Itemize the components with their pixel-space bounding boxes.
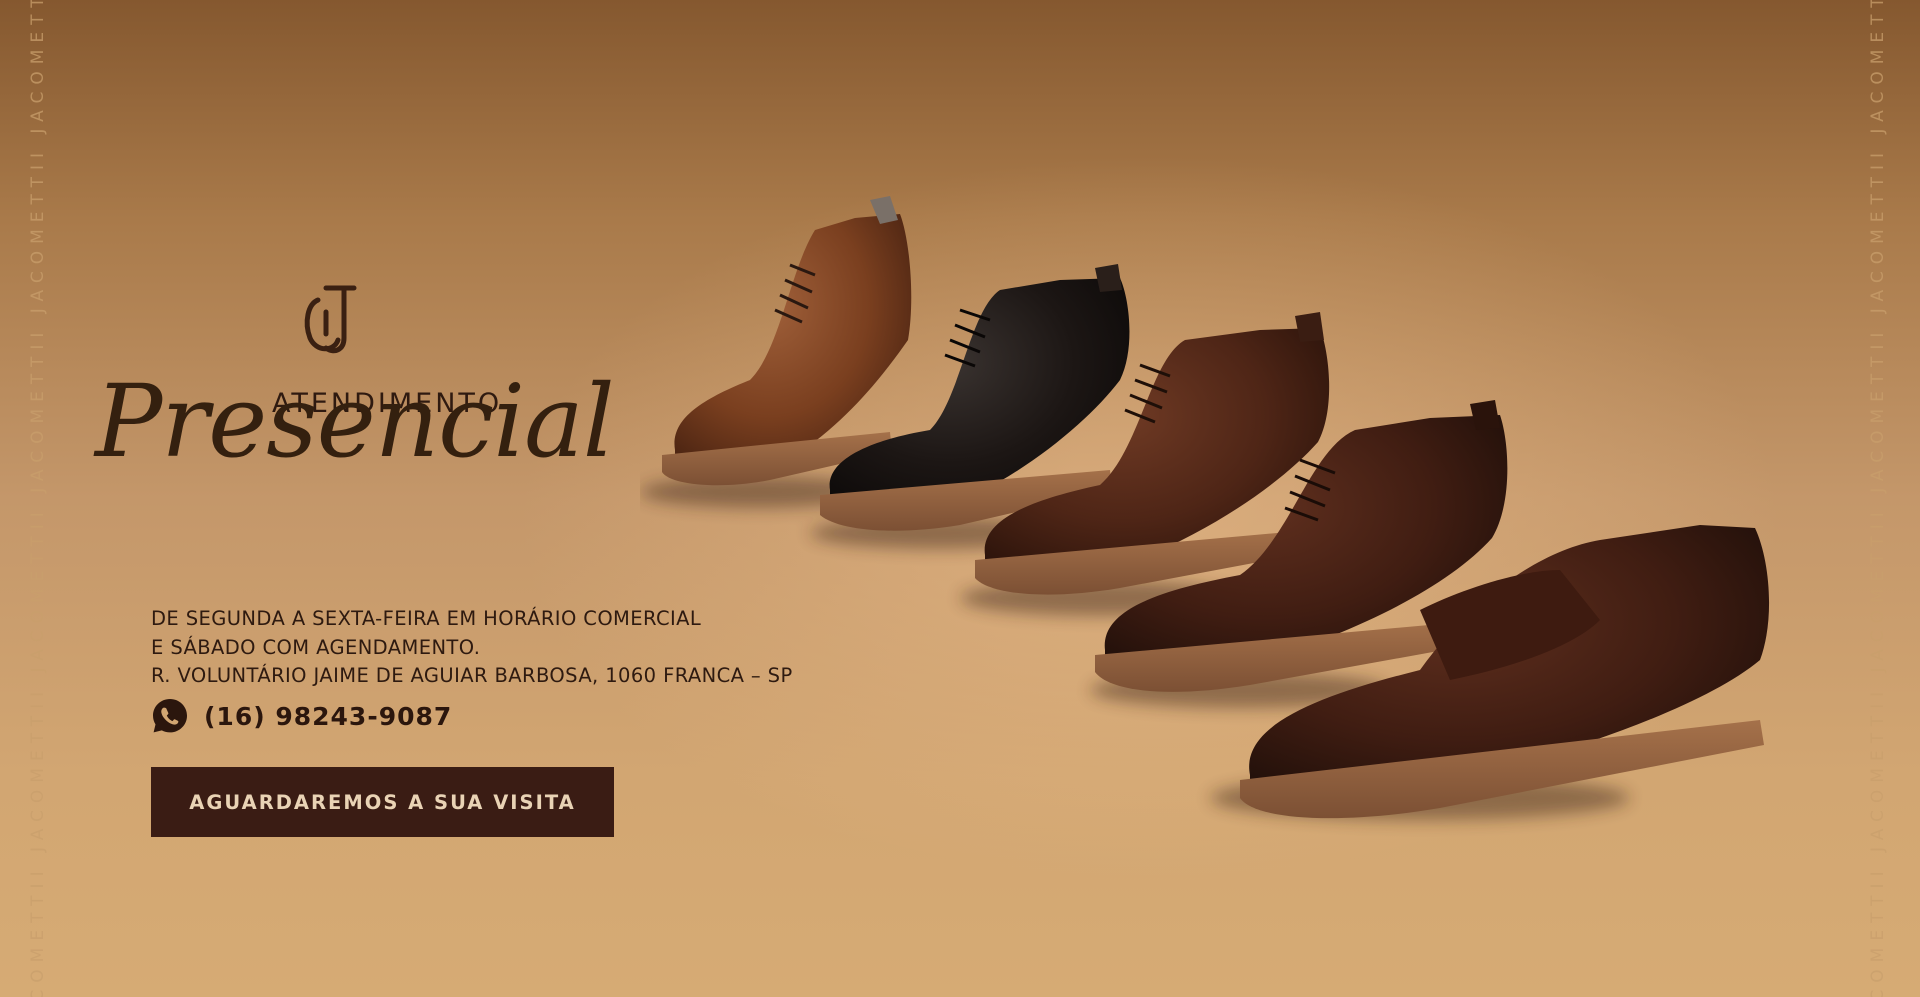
jacometti-monogram-logo	[304, 285, 357, 354]
right-watermark-text: JACOMETTII JACOMETTII JACOMETTII JACOMET…	[1868, 0, 1888, 997]
hero-banner: JACOMETTII JACOMETTII JACOMETTII JACOMET…	[0, 0, 1920, 997]
phone-row[interactable]: (16) 98243-9087	[151, 697, 452, 735]
shoes-product-image	[640, 196, 1770, 820]
left-watermark-text: JACOMETTII JACOMETTII JACOMETTII JACOMET…	[28, 0, 48, 997]
shoe-tan-chukka	[662, 196, 912, 486]
left-watermark-strip: JACOMETTII JACOMETTII JACOMETTII JACOMET…	[18, 0, 58, 997]
phone-number[interactable]: (16) 98243-9087	[204, 702, 452, 731]
heading-presencial: Presencial	[95, 363, 615, 480]
right-watermark-strip: JACOMETTII JACOMETTII JACOMETTII JACOMET…	[1858, 0, 1898, 997]
whatsapp-icon	[153, 699, 187, 733]
visit-cta-button[interactable]: AGUARDAREMOS A SUA VISITA	[151, 767, 614, 837]
